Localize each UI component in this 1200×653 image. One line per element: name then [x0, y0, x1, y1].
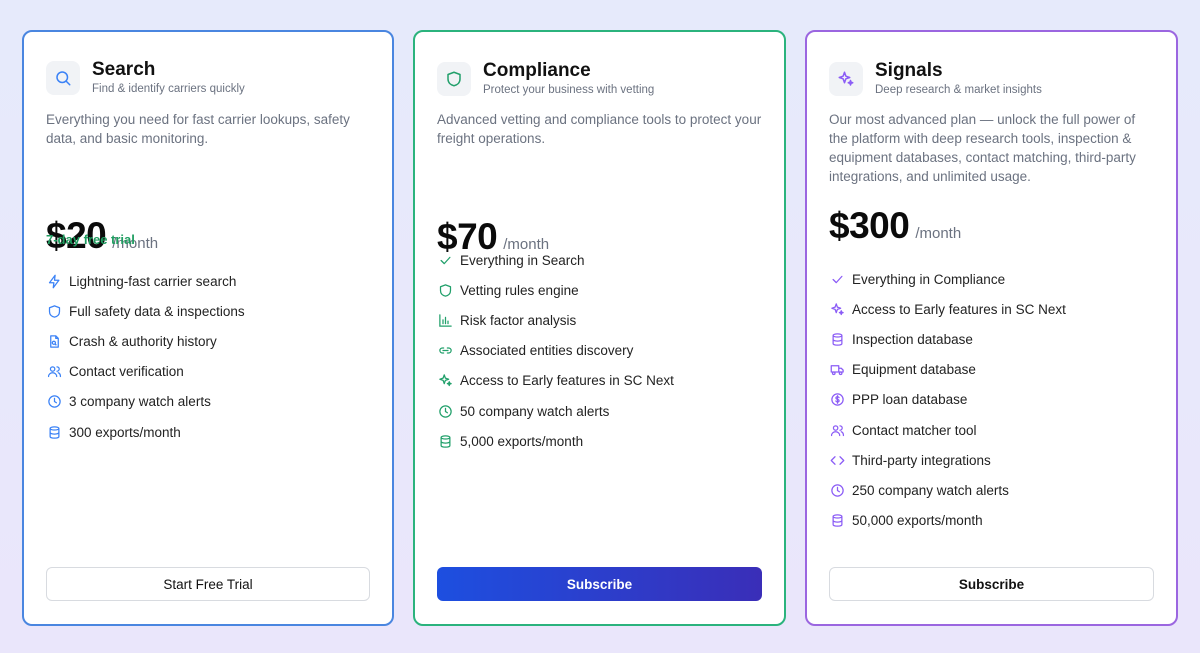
feature-label: 3 company watch alerts: [69, 394, 211, 410]
feature-label: 300 exports/month: [69, 424, 181, 440]
feature-item: 300 exports/month: [46, 417, 376, 447]
feature-item: 250 company watch alerts: [829, 475, 1160, 505]
feature-item: Vetting rules engine: [437, 275, 768, 305]
plan-header: Signals Deep research & market insights: [829, 60, 1042, 97]
database-icon: [437, 433, 453, 449]
feature-label: Associated entities discovery: [460, 343, 634, 359]
feature-label: Everything in Compliance: [852, 271, 1006, 287]
dollar-icon: [829, 392, 845, 408]
plan-card-search: Search Find & identify carriers quickly …: [22, 30, 394, 626]
users-icon: [829, 422, 845, 438]
clock-icon: [46, 394, 62, 410]
feature-item: Contact verification: [46, 357, 376, 387]
plan-period: /month: [915, 225, 962, 242]
feature-item: Lightning-fast carrier search: [46, 266, 376, 296]
feature-label: Third-party integrations: [852, 452, 991, 468]
feature-item: 3 company watch alerts: [46, 387, 376, 417]
feature-label: Everything in Search: [460, 252, 585, 268]
feature-item: Equipment database: [829, 355, 1160, 385]
feature-label: PPP loan database: [852, 392, 968, 408]
feature-label: Vetting rules engine: [460, 282, 579, 298]
feature-label: Access to Early features in SC Next: [460, 373, 674, 389]
check-icon: [437, 252, 453, 268]
search-icon: [46, 60, 80, 95]
feature-item: Inspection database: [829, 324, 1160, 354]
truck-icon: [829, 362, 845, 378]
sparkles-icon: [437, 373, 453, 389]
plan-title: Compliance: [483, 60, 591, 81]
feature-label: Inspection database: [852, 331, 973, 347]
feature-label: 50 company watch alerts: [460, 403, 610, 419]
feature-label: Risk factor analysis: [460, 312, 577, 328]
trial-badge: 7-day free trial: [46, 232, 135, 247]
plan-subtitle: Protect your business with vetting: [483, 84, 655, 96]
plan-card-signals: Signals Deep research & market insights …: [805, 30, 1178, 626]
feature-label: Full safety data & inspections: [69, 303, 245, 319]
feature-list: Lightning-fast carrier search Full safet…: [46, 266, 376, 447]
link-icon: [437, 343, 453, 359]
feature-label: 250 company watch alerts: [852, 482, 1009, 498]
feature-item: Third-party integrations: [829, 445, 1160, 475]
feature-label: Crash & authority history: [69, 333, 217, 349]
feature-list: Everything in Search Vetting rules engin…: [437, 245, 768, 456]
plan-description: Everything you need for fast carrier loo…: [46, 112, 350, 146]
subscribe-button[interactable]: Subscribe: [437, 567, 762, 601]
feature-list: Everything in Compliance Access to Early…: [829, 264, 1160, 536]
database-icon: [46, 424, 62, 440]
lightning-icon: [46, 273, 62, 289]
feature-item: Full safety data & inspections: [46, 296, 376, 326]
document-search-icon: [46, 333, 62, 349]
plan-title: Search: [92, 59, 156, 80]
price-row: $300 /month: [829, 205, 961, 247]
feature-label: Lightning-fast carrier search: [69, 273, 237, 289]
feature-item: Risk factor analysis: [437, 305, 768, 335]
feature-item: PPP loan database: [829, 385, 1160, 415]
clock-icon: [437, 403, 453, 419]
sparkles-icon: [829, 61, 863, 96]
plan-description: Our most advanced plan — unlock the full…: [829, 112, 1136, 184]
bar-chart-icon: [437, 312, 453, 328]
feature-label: Access to Early features in SC Next: [852, 301, 1066, 317]
feature-item: Everything in Search: [437, 245, 768, 275]
code-icon: [829, 452, 845, 468]
feature-item: Access to Early features in SC Next: [829, 294, 1160, 324]
feature-label: Contact verification: [69, 364, 184, 380]
feature-item: 5,000 exports/month: [437, 426, 768, 456]
plan-price: $300: [829, 205, 910, 246]
plan-title: Signals: [875, 60, 943, 81]
shield-icon: [437, 61, 471, 96]
feature-label: Equipment database: [852, 362, 976, 378]
database-icon: [829, 331, 845, 347]
plan-description: Advanced vetting and compliance tools to…: [437, 112, 762, 146]
start-free-trial-button[interactable]: Start Free Trial: [46, 567, 370, 601]
subscribe-button[interactable]: Subscribe: [829, 567, 1154, 601]
users-icon: [46, 364, 62, 380]
feature-item: Everything in Compliance: [829, 264, 1160, 294]
database-icon: [829, 513, 845, 529]
feature-item: Access to Early features in SC Next: [437, 366, 768, 396]
feature-label: 5,000 exports/month: [460, 433, 584, 449]
feature-item: 50 company watch alerts: [437, 396, 768, 426]
feature-item: 50,000 exports/month: [829, 506, 1160, 536]
plan-card-compliance: Compliance Protect your business with ve…: [413, 30, 786, 626]
shield-icon: [46, 303, 62, 319]
plan-header: Search Find & identify carriers quickly: [46, 59, 245, 96]
plan-header: Compliance Protect your business with ve…: [437, 60, 654, 97]
feature-label: Contact matcher tool: [852, 422, 977, 438]
shield-icon: [437, 282, 453, 298]
check-icon: [829, 271, 845, 287]
plan-subtitle: Deep research & market insights: [875, 84, 1042, 96]
feature-item: Contact matcher tool: [829, 415, 1160, 445]
feature-item: Associated entities discovery: [437, 336, 768, 366]
feature-label: 50,000 exports/month: [852, 513, 983, 529]
feature-item: Crash & authority history: [46, 326, 376, 356]
sparkles-icon: [829, 301, 845, 317]
plan-subtitle: Find & identify carriers quickly: [92, 83, 245, 95]
clock-icon: [829, 482, 845, 498]
